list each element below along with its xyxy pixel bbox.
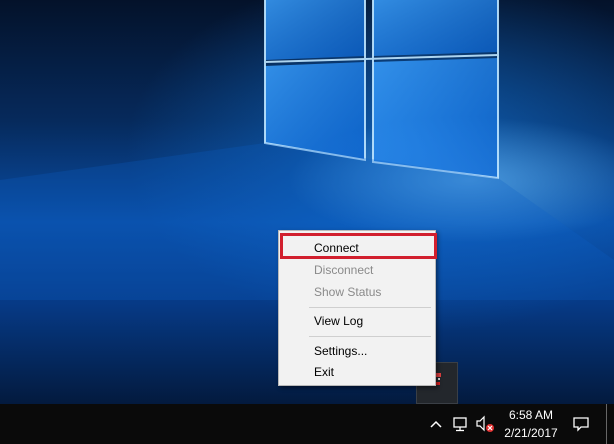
- context-menu: Connect Disconnect Show Status View Log …: [278, 230, 436, 386]
- network-icon[interactable]: [450, 404, 472, 444]
- show-desktop-button[interactable]: [606, 404, 607, 444]
- clock-time: 6:58 AM: [508, 408, 554, 422]
- menu-item-disconnect[interactable]: Disconnect: [279, 260, 435, 280]
- menu-item-connect[interactable]: Connect: [279, 238, 435, 258]
- menu-item-exit[interactable]: Exit: [279, 362, 435, 382]
- menu-item-view-log[interactable]: View Log: [279, 311, 435, 331]
- clock-date: 2/21/2017: [504, 426, 558, 440]
- menu-separator: [309, 336, 431, 337]
- chevron-up-icon[interactable]: [426, 404, 446, 444]
- menu-separator: [309, 307, 431, 308]
- speaker-muted-icon[interactable]: [474, 404, 496, 444]
- taskbar: 6:58 AM 2/21/2017: [0, 404, 614, 444]
- taskbar-clock[interactable]: 6:58 AM 2/21/2017: [498, 404, 564, 444]
- action-center-icon[interactable]: [566, 404, 596, 444]
- menu-item-show-status[interactable]: Show Status: [279, 282, 435, 302]
- menu-item-settings[interactable]: Settings...: [279, 341, 435, 361]
